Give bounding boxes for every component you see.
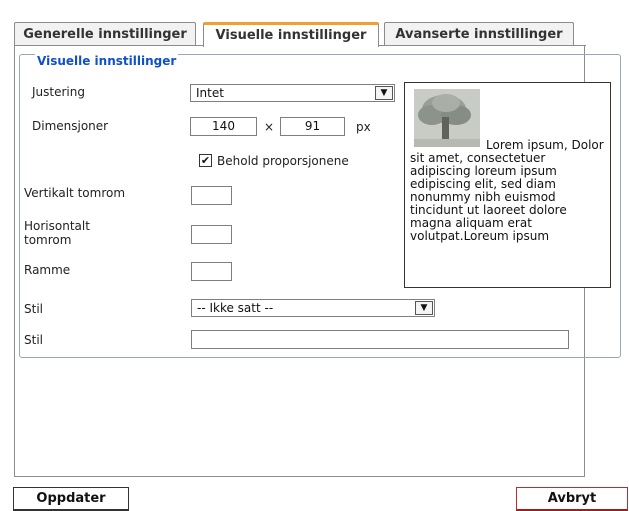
chevron-down-icon[interactable]: ▼ (375, 86, 393, 100)
vspace-label: Vertikalt tomrom (24, 186, 126, 200)
times-sign: × (264, 120, 275, 134)
alignment-select[interactable]: Intet ▼ (190, 84, 395, 102)
image-properties-dialog: Generelle innstillinger Visuelle innstil… (0, 0, 629, 511)
fieldset-legend: Visuelle innstillinger (35, 54, 179, 68)
update-button[interactable]: Oppdater (13, 487, 129, 511)
vspace-input[interactable] (191, 186, 232, 205)
keep-proportions-label: Behold proporsjonene (217, 154, 349, 168)
border-label: Ramme (24, 263, 71, 277)
hspace-label-line2: tomrom (24, 233, 72, 247)
chevron-down-icon[interactable]: ▼ (415, 301, 433, 315)
style-select-label: Stil (24, 302, 43, 316)
tree-image (414, 89, 480, 147)
image-preview: Lorem ipsum, Dolor sit amet, consectetue… (404, 82, 611, 288)
checkmark-icon: ✔ (200, 154, 211, 167)
cancel-button[interactable]: Avbryt (516, 487, 628, 511)
alignment-label: Justering (32, 85, 85, 99)
hspace-label: Horisontalt tomrom (24, 219, 90, 247)
alignment-select-value: Intet (196, 86, 224, 100)
hspace-input[interactable] (191, 225, 232, 244)
tab-advanced-settings[interactable]: Avanserte innstillinger (384, 22, 574, 46)
height-input[interactable]: 91 (280, 117, 345, 136)
style-text-input[interactable] (191, 330, 569, 349)
unit-label: px (356, 120, 371, 134)
keep-proportions-checkbox[interactable]: ✔ (199, 154, 212, 167)
style-select[interactable]: -- Ikke satt -- ▼ (191, 299, 435, 317)
style-select-value: -- Ikke satt -- (197, 301, 274, 315)
hspace-label-line1: Horisontalt (24, 219, 90, 233)
tab-visual-settings[interactable]: Visuelle innstillinger (203, 22, 379, 47)
dimensions-label: Dimensjoner (32, 119, 109, 133)
border-input[interactable] (191, 262, 232, 281)
width-input[interactable]: 140 (190, 117, 257, 136)
tab-general-settings[interactable]: Generelle innstillinger (14, 22, 196, 46)
style-text-label: Stil (24, 333, 43, 347)
